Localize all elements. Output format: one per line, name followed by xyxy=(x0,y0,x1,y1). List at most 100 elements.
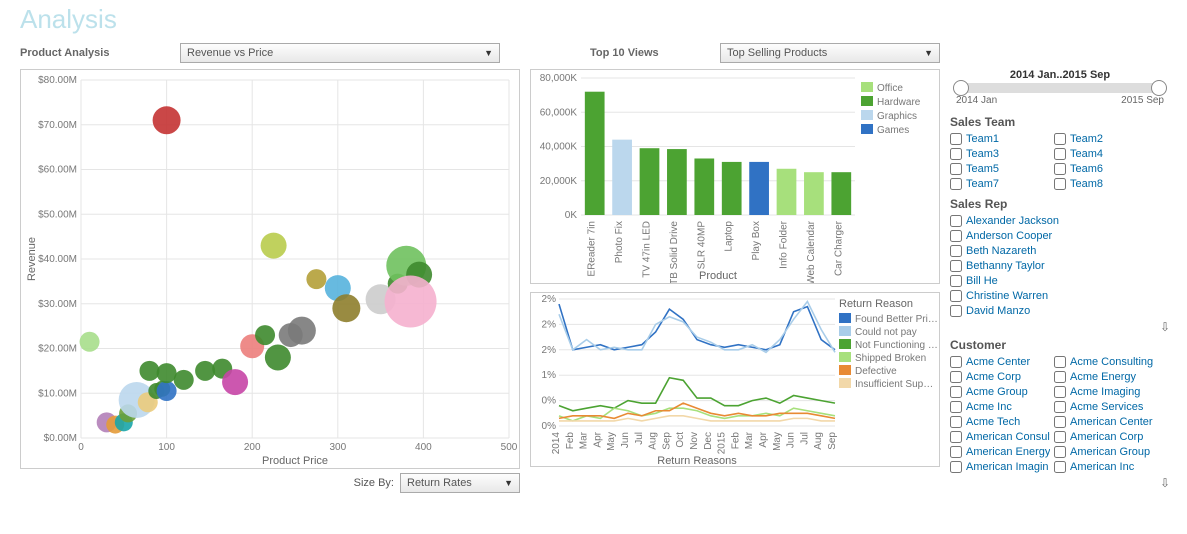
checkbox-input[interactable] xyxy=(950,148,962,160)
filter-checkbox[interactable]: Acme Tech xyxy=(950,416,1050,428)
checkbox-input[interactable] xyxy=(950,461,962,473)
checkbox-input[interactable] xyxy=(1054,416,1066,428)
filter-checkbox[interactable]: Acme Center xyxy=(950,356,1050,368)
svg-text:SLR 40MP: SLR 40MP xyxy=(696,221,707,270)
checkbox-input[interactable] xyxy=(1054,163,1066,175)
filter-checkbox[interactable]: American Consult xyxy=(950,431,1050,443)
scatter-chart[interactable]: $0.00M$10.00M$20.00M$30.00M$40.00M$50.00… xyxy=(20,69,520,469)
filter-checkbox[interactable]: Christine Warren xyxy=(950,290,1170,302)
svg-text:100: 100 xyxy=(158,442,175,453)
size-by-dropdown[interactable]: Return Rates ▼ xyxy=(400,473,520,493)
checkbox-input[interactable] xyxy=(1054,133,1066,145)
line-chart[interactable]: 0%0%1%2%2%2%2014FebMarAprMayJunJulAugSep… xyxy=(530,292,940,467)
checkbox-label: Team7 xyxy=(966,178,999,190)
checkbox-input[interactable] xyxy=(1054,148,1066,160)
filter-checkbox[interactable]: Bill He xyxy=(950,275,1170,287)
filter-checkbox[interactable]: Acme Energy xyxy=(1054,371,1154,383)
filter-checkbox[interactable]: Team7 xyxy=(950,178,1050,190)
filter-checkbox[interactable]: Beth Nazareth xyxy=(950,245,1170,257)
scroll-down-icon[interactable]: ⇩ xyxy=(1160,476,1170,490)
checkbox-input[interactable] xyxy=(950,215,962,227)
filter-checkbox[interactable]: Acme Inc xyxy=(950,401,1050,413)
checkbox-input[interactable] xyxy=(950,431,962,443)
checkbox-input[interactable] xyxy=(950,133,962,145)
checkbox-input[interactable] xyxy=(950,163,962,175)
svg-text:$20.00M: $20.00M xyxy=(38,344,77,355)
checkbox-input[interactable] xyxy=(1054,461,1066,473)
checkbox-input[interactable] xyxy=(950,305,962,317)
filter-checkbox[interactable]: Team6 xyxy=(1054,163,1154,175)
filter-checkbox[interactable]: Team3 xyxy=(950,148,1050,160)
checkbox-input[interactable] xyxy=(950,275,962,287)
svg-text:Aug: Aug xyxy=(813,432,824,450)
checkbox-input[interactable] xyxy=(950,401,962,413)
filter-checkbox[interactable]: American Corp xyxy=(1054,431,1154,443)
checkbox-label: Beth Nazareth xyxy=(966,245,1036,257)
top10-dropdown[interactable]: Top Selling Products ▼ xyxy=(720,43,940,63)
filter-checkbox[interactable]: American Imagin xyxy=(950,461,1050,473)
checkbox-input[interactable] xyxy=(1054,446,1066,458)
filter-checkbox[interactable]: Team1 xyxy=(950,133,1050,145)
checkbox-label: American Inc xyxy=(1070,461,1134,473)
checkbox-input[interactable] xyxy=(1054,386,1066,398)
chevron-down-icon: ▼ xyxy=(504,478,513,488)
sales-team-title: Sales Team xyxy=(950,115,1170,129)
checkbox-input[interactable] xyxy=(950,260,962,272)
checkbox-input[interactable] xyxy=(950,245,962,257)
svg-text:Jun: Jun xyxy=(620,432,631,448)
svg-text:Mar: Mar xyxy=(744,431,755,449)
filter-checkbox[interactable]: American Center xyxy=(1054,416,1154,428)
checkbox-input[interactable] xyxy=(950,371,962,383)
svg-text:2015: 2015 xyxy=(717,432,728,455)
checkbox-label: Team4 xyxy=(1070,148,1103,160)
chevron-down-icon: ▼ xyxy=(924,48,933,58)
checkbox-input[interactable] xyxy=(1054,431,1066,443)
filter-checkbox[interactable]: American Group xyxy=(1054,446,1154,458)
filter-checkbox[interactable]: Alexander Jackson xyxy=(950,215,1170,227)
checkbox-input[interactable] xyxy=(1054,401,1066,413)
scroll-down-icon[interactable]: ⇩ xyxy=(1160,320,1170,334)
date-range-slider[interactable]: 2014 Jan..2015 Sep 2014 Jan 2015 Sep xyxy=(950,69,1170,109)
checkbox-input[interactable] xyxy=(1054,371,1066,383)
filter-checkbox[interactable]: American Energy xyxy=(950,446,1050,458)
top10-value: Top Selling Products xyxy=(727,47,827,59)
svg-text:Jul: Jul xyxy=(634,432,645,445)
svg-text:40,000K: 40,000K xyxy=(540,142,578,153)
svg-text:Hardware: Hardware xyxy=(877,97,921,108)
svg-text:Photo Fix: Photo Fix xyxy=(614,221,625,263)
checkbox-input[interactable] xyxy=(950,386,962,398)
filter-checkbox[interactable]: Acme Group xyxy=(950,386,1050,398)
checkbox-input[interactable] xyxy=(1054,356,1066,368)
checkbox-label: Acme Corp xyxy=(966,371,1021,383)
svg-text:$70.00M: $70.00M xyxy=(38,120,77,131)
svg-text:$80.00M: $80.00M xyxy=(38,75,77,86)
filter-checkbox[interactable]: David Manzo xyxy=(950,305,1170,317)
filter-checkbox[interactable]: Team4 xyxy=(1054,148,1154,160)
filter-checkbox[interactable]: Acme Imaging xyxy=(1054,386,1154,398)
checkbox-input[interactable] xyxy=(950,446,962,458)
filter-checkbox[interactable]: Acme Services xyxy=(1054,401,1154,413)
checkbox-input[interactable] xyxy=(1054,178,1066,190)
svg-text:0%: 0% xyxy=(542,396,557,407)
checkbox-input[interactable] xyxy=(950,178,962,190)
checkbox-input[interactable] xyxy=(950,290,962,302)
checkbox-input[interactable] xyxy=(950,356,962,368)
checkbox-label: American Energy xyxy=(966,446,1050,458)
filter-checkbox[interactable]: Anderson Cooper xyxy=(950,230,1170,242)
filter-checkbox[interactable]: Team2 xyxy=(1054,133,1154,145)
checkbox-label: Team3 xyxy=(966,148,999,160)
checkbox-input[interactable] xyxy=(950,416,962,428)
filter-checkbox[interactable]: American Inc xyxy=(1054,461,1154,473)
checkbox-label: American Imagin xyxy=(966,461,1049,473)
filter-checkbox[interactable]: Team8 xyxy=(1054,178,1154,190)
filter-checkbox[interactable]: Acme Corp xyxy=(950,371,1050,383)
checkbox-label: Acme Center xyxy=(966,356,1030,368)
checkbox-label: American Center xyxy=(1070,416,1153,428)
filter-checkbox[interactable]: Acme Consulting xyxy=(1054,356,1154,368)
filter-checkbox[interactable]: Team5 xyxy=(950,163,1050,175)
checkbox-input[interactable] xyxy=(950,230,962,242)
filter-checkbox[interactable]: Bethanny Taylor xyxy=(950,260,1170,272)
bar-chart[interactable]: 0K20,000K40,000K60,000K80,000KEReader 7i… xyxy=(530,69,940,284)
product-analysis-dropdown[interactable]: Revenue vs Price ▼ xyxy=(180,43,500,63)
svg-text:2014: 2014 xyxy=(551,432,562,455)
